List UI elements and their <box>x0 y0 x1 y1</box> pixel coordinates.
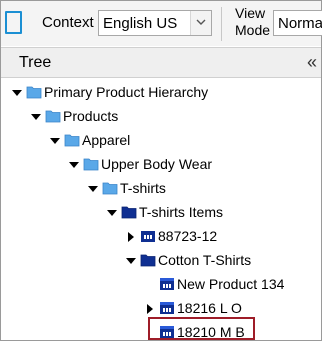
tree-node[interactable]: Primary Product Hierarchy <box>1 81 321 103</box>
tree-node[interactable]: New Product 134 <box>1 273 321 295</box>
context-select-value: English US <box>103 15 178 32</box>
product-icon <box>159 276 175 292</box>
folder-light-icon <box>83 156 99 172</box>
tree-node-label: T-shirts <box>120 180 166 196</box>
viewmode-select[interactable]: Normal <box>273 10 322 36</box>
caret-right-icon[interactable] <box>125 230 137 242</box>
product-icon <box>159 300 175 316</box>
tree-panel-header: Tree « <box>1 47 321 78</box>
caret-down-icon[interactable] <box>49 134 61 146</box>
folder-dark-icon <box>140 252 156 268</box>
tree-node-label: Primary Product Hierarchy <box>44 84 209 100</box>
folder-dark-icon <box>121 204 137 220</box>
context-select[interactable]: English US <box>98 10 212 36</box>
selected-node-highlight <box>148 317 255 340</box>
tree-node-label: T-shirts Items <box>139 204 224 220</box>
folder-light-icon <box>26 84 42 100</box>
tree-node-label: Cotton T-Shirts <box>158 252 252 268</box>
tree-node[interactable]: T-shirts <box>1 177 321 199</box>
chevron-down-icon[interactable] <box>190 11 211 35</box>
toolbar: Context English US View Mode Normal <box>1 1 322 46</box>
tree-node-label: Apparel <box>82 132 131 148</box>
caret-down-icon[interactable] <box>106 206 118 218</box>
tree-node[interactable]: Upper Body Wear <box>1 153 321 175</box>
app-logo-icon <box>5 11 22 34</box>
toolbar-divider <box>221 7 222 41</box>
tree-node[interactable]: Cotton T-Shirts <box>1 249 321 271</box>
tree-node[interactable]: Apparel <box>1 129 321 151</box>
tree-node-label: Products <box>63 108 119 124</box>
product-family-icon <box>140 228 156 244</box>
viewmode-select-value: Normal <box>278 15 322 32</box>
caret-down-icon[interactable] <box>30 110 42 122</box>
caret-down-icon[interactable] <box>87 182 99 194</box>
viewmode-label: View Mode <box>235 5 271 38</box>
caret-down-icon[interactable] <box>11 86 23 98</box>
tree-panel-title: Tree <box>19 54 52 71</box>
caret-down-icon[interactable] <box>125 254 137 266</box>
tree-node-label: 88723-12 <box>158 228 218 244</box>
tree-node[interactable]: T-shirts Items <box>1 201 321 223</box>
folder-light-icon <box>45 108 61 124</box>
caret-down-icon[interactable] <box>68 158 80 170</box>
folder-light-icon <box>64 132 80 148</box>
app-window: Context English US View Mode Normal Tree… <box>0 0 322 341</box>
tree-node-label: New Product 134 <box>177 276 285 292</box>
collapse-panel-icon[interactable]: « <box>307 53 317 71</box>
caret-right-icon[interactable] <box>144 302 156 314</box>
tree-node[interactable]: Products <box>1 105 321 127</box>
folder-light-icon <box>102 180 118 196</box>
tree-node[interactable]: 18216 L O <box>1 297 321 319</box>
tree-node[interactable]: 88723-12 <box>1 225 321 247</box>
context-label: Context <box>42 14 94 31</box>
tree-node-label: Upper Body Wear <box>101 156 213 172</box>
tree-node-label: 18216 L O <box>177 300 242 316</box>
